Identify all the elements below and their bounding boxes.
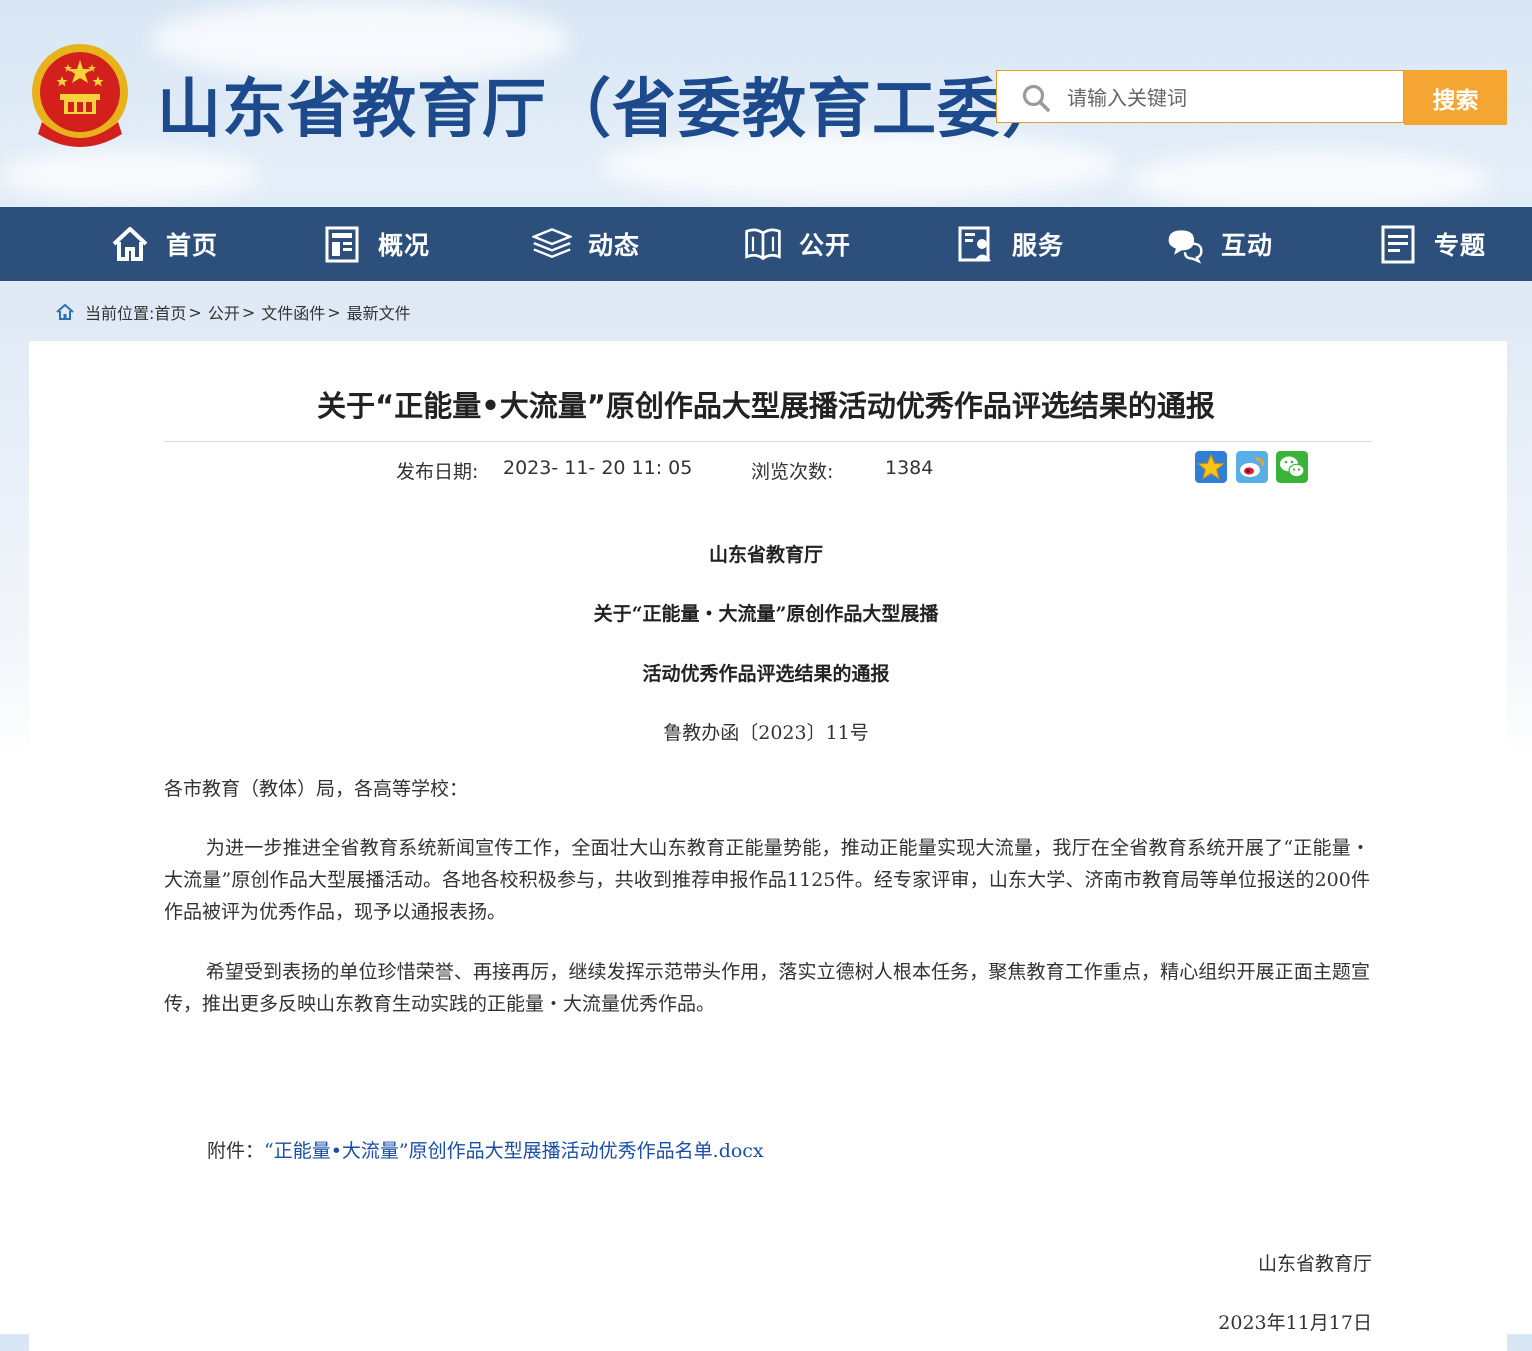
wechat-icon[interactable] bbox=[1276, 451, 1308, 483]
site-header: 山东省教育厅（省委教育工委） 搜索 bbox=[0, 0, 1532, 207]
salutation: 各市教育（教体）局，各高等学校： bbox=[164, 778, 469, 800]
search-icon bbox=[1022, 84, 1050, 112]
nav-label: 服务 bbox=[1012, 231, 1065, 260]
breadcrumb-separator: > bbox=[188, 302, 202, 322]
nav-item-news[interactable]: 动态 bbox=[532, 207, 640, 281]
nav-label: 首页 bbox=[166, 231, 219, 260]
service-icon bbox=[958, 226, 991, 262]
doc-title-line-1: 关于“正能量・大流量”原创作品大型展播 bbox=[593, 603, 939, 625]
chat-bubbles-icon bbox=[1168, 230, 1203, 264]
nav-label: 公开 bbox=[799, 231, 852, 260]
search-button[interactable]: 搜索 bbox=[1404, 70, 1507, 125]
national-emblem-logo[interactable] bbox=[28, 42, 132, 154]
nav-label: 概况 bbox=[378, 231, 431, 260]
news-stack-icon bbox=[532, 228, 572, 259]
attachment-link[interactable]: “正能量•大流量”原创作品大型展播活动优秀作品名单.docx bbox=[264, 1140, 764, 1162]
nav-label: 专题 bbox=[1434, 231, 1487, 260]
nav-item-open[interactable]: 公开 bbox=[743, 207, 851, 281]
location-home-icon bbox=[56, 303, 74, 320]
open-book-icon bbox=[745, 228, 781, 261]
search-input[interactable] bbox=[1065, 79, 1389, 117]
nav-item-service[interactable]: 服务 bbox=[956, 207, 1064, 281]
doc-title-line-2: 活动优秀作品评选结果的通报 bbox=[642, 663, 890, 685]
nav-item-home[interactable]: 首页 bbox=[110, 207, 218, 281]
nav-label: 互动 bbox=[1221, 231, 1274, 260]
site-title[interactable]: 山东省教育厅（省委教育工委） bbox=[157, 58, 1067, 150]
publish-date-label: 发布日期: bbox=[396, 461, 479, 483]
breadcrumb-prefix: 当前位置: bbox=[85, 304, 155, 323]
breadcrumb-separator: > bbox=[327, 302, 341, 322]
nav-item-overview[interactable]: 概况 bbox=[322, 207, 430, 281]
nav-item-topic[interactable]: 专题 bbox=[1378, 207, 1486, 281]
breadcrumb: 当前位置: 首页 > 公开 > 文件函件 > 最新文件 bbox=[55, 300, 411, 324]
signature-date: 2023年11月17日 bbox=[1218, 1312, 1372, 1334]
breadcrumb-separator: > bbox=[241, 302, 256, 322]
attachment: 附件：“正能量•大流量”原创作品大型展播活动优秀作品名单.docx bbox=[207, 1136, 764, 1163]
view-count-value: 1384 bbox=[885, 457, 934, 479]
home-icon bbox=[112, 227, 148, 261]
breadcrumb-documents[interactable]: 文件函件 bbox=[261, 300, 325, 324]
weibo-icon[interactable] bbox=[1236, 451, 1268, 483]
search-box bbox=[996, 70, 1404, 123]
nav-label: 动态 bbox=[588, 231, 641, 260]
paragraph-1: 为进一步推进全省教育系统新闻宣传工作，全面壮大山东教育正能量势能，推动正能量实现… bbox=[164, 837, 1370, 923]
breadcrumb-home[interactable]: 首页 bbox=[154, 300, 186, 324]
overview-icon bbox=[325, 226, 359, 263]
publish-date-value: 2023- 11- 20 11: 05 bbox=[503, 457, 693, 479]
signature-org: 山东省教育厅 bbox=[1257, 1253, 1372, 1275]
view-count-label: 浏览次数: bbox=[751, 461, 834, 483]
breadcrumb-latest[interactable]: 最新文件 bbox=[347, 300, 411, 324]
doc-number: 鲁教办函〔2023〕11号 bbox=[663, 722, 869, 744]
doc-issuer: 山东省教育厅 bbox=[708, 544, 823, 566]
nav-item-interact[interactable]: 互动 bbox=[1165, 207, 1273, 281]
title-divider bbox=[164, 441, 1372, 442]
favorite-star-icon[interactable] bbox=[1195, 451, 1227, 483]
attachment-label: 附件： bbox=[207, 1140, 265, 1162]
paragraph-2: 希望受到表扬的单位珍惜荣誉、再接再厉，继续发挥示范带头作用，落实立德树人根本任务… bbox=[164, 961, 1370, 1015]
main-nav: 首页 概况 动态 公开 服务 互动 专题 bbox=[0, 207, 1532, 281]
topic-document-icon bbox=[1381, 225, 1415, 264]
article-title: 关于“正能量•大流量”原创作品大型展播活动优秀作品评选结果的通报 bbox=[317, 389, 1215, 423]
breadcrumb-open[interactable]: 公开 bbox=[208, 300, 240, 324]
